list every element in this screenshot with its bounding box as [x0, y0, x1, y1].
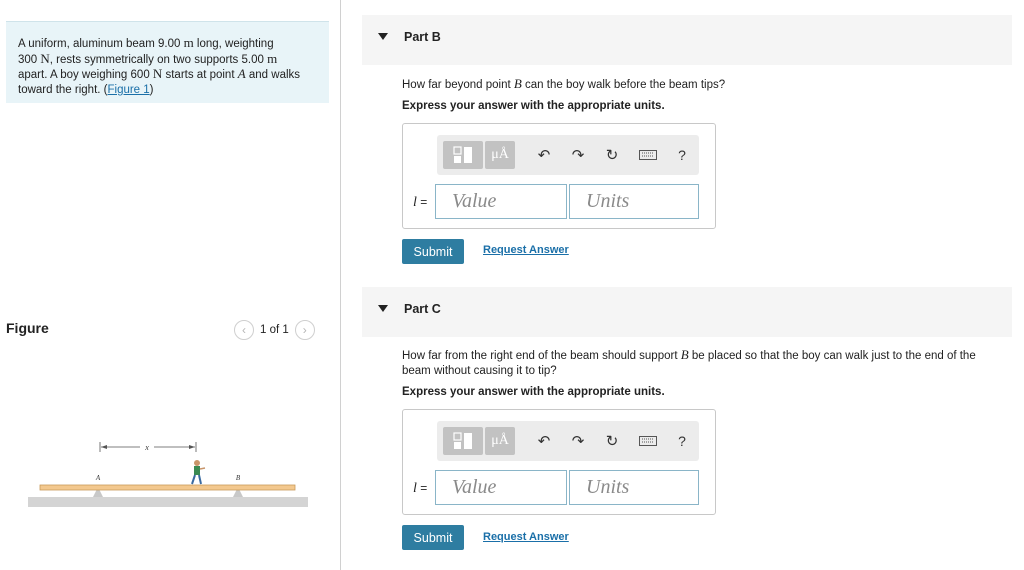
part-b-header[interactable]: Part B [362, 15, 1012, 65]
collapse-triangle-icon [378, 33, 388, 40]
boy-figure [191, 460, 206, 485]
part-b-instruction: Express your answer with the appropriate… [402, 100, 665, 112]
reset-icon[interactable]: ↻ [601, 431, 623, 451]
variable-label: l = [413, 481, 428, 496]
part-c-answer-box: μÅ ↶ ↷ ↻ ? l = Value Units [402, 409, 716, 515]
prev-figure-button[interactable]: ‹ [234, 320, 254, 340]
part-c-header[interactable]: Part C [362, 287, 1012, 337]
arrowhead-left [101, 445, 107, 449]
part-b-answer-box: μÅ ↶ ↷ ↻ ? l = Value Units [402, 123, 716, 229]
templates-button[interactable] [443, 427, 483, 455]
help-icon[interactable]: ? [671, 145, 693, 165]
left-panel: A uniform, aluminum beam 9.00 m long, we… [0, 0, 340, 570]
templates-button[interactable] [443, 141, 483, 169]
figure-title: Figure [6, 320, 49, 336]
keyboard-icon[interactable] [637, 431, 659, 451]
units-input[interactable]: Units [569, 470, 699, 505]
label-a: A [95, 474, 101, 482]
keyboard-icon[interactable] [637, 145, 659, 165]
label-x: x [144, 443, 149, 452]
part-c-submit-button[interactable]: Submit [402, 525, 464, 550]
arrowhead-right [189, 445, 195, 449]
collapse-triangle-icon [378, 305, 388, 312]
problem-statement: A uniform, aluminum beam 9.00 m long, we… [6, 21, 329, 103]
part-c-label: Part C [404, 302, 441, 316]
part-c-request-answer-link[interactable]: Request Answer [483, 531, 569, 543]
part-b-toolbar: μÅ ↶ ↷ ↻ ? [437, 135, 699, 175]
redo-icon[interactable]: ↷ [567, 431, 589, 451]
beam-figure: x A B [28, 442, 308, 507]
part-b-question: How far beyond point B can the boy walk … [402, 76, 726, 91]
label-b: B [236, 474, 241, 482]
units-button[interactable]: μÅ [485, 141, 515, 169]
ground [28, 497, 308, 507]
pager-count: 1 of 1 [260, 324, 289, 336]
units-input[interactable]: Units [569, 184, 699, 219]
redo-icon[interactable]: ↷ [567, 145, 589, 165]
value-input[interactable]: Value [435, 184, 567, 219]
help-icon[interactable]: ? [671, 431, 693, 451]
part-c-instruction: Express your answer with the appropriate… [402, 386, 665, 398]
beam [39, 484, 296, 491]
chevron-right-icon: › [302, 323, 307, 337]
reset-icon[interactable]: ↻ [601, 145, 623, 165]
next-figure-button[interactable]: › [294, 320, 315, 340]
figure-link[interactable]: Figure 1 [107, 84, 149, 96]
undo-icon[interactable]: ↶ [533, 145, 555, 165]
figure-pager: ‹ 1 of 1 › [234, 320, 315, 340]
part-c-question: How far from the right end of the beam s… [402, 347, 976, 377]
undo-icon[interactable]: ↶ [533, 431, 555, 451]
templates-icon [453, 146, 472, 163]
part-b-request-answer-link[interactable]: Request Answer [483, 244, 569, 256]
part-b-submit-button[interactable]: Submit [402, 239, 464, 264]
part-b-label: Part B [404, 30, 441, 44]
value-input[interactable]: Value [435, 470, 567, 505]
units-icon: μÅ [491, 433, 509, 448]
units-button[interactable]: μÅ [485, 427, 515, 455]
chevron-left-icon: ‹ [242, 323, 246, 337]
part-c-toolbar: μÅ ↶ ↷ ↻ ? [437, 421, 699, 461]
units-icon: μÅ [491, 147, 509, 162]
templates-icon [453, 432, 472, 449]
variable-label: l = [413, 195, 428, 210]
panel-divider [340, 0, 341, 570]
